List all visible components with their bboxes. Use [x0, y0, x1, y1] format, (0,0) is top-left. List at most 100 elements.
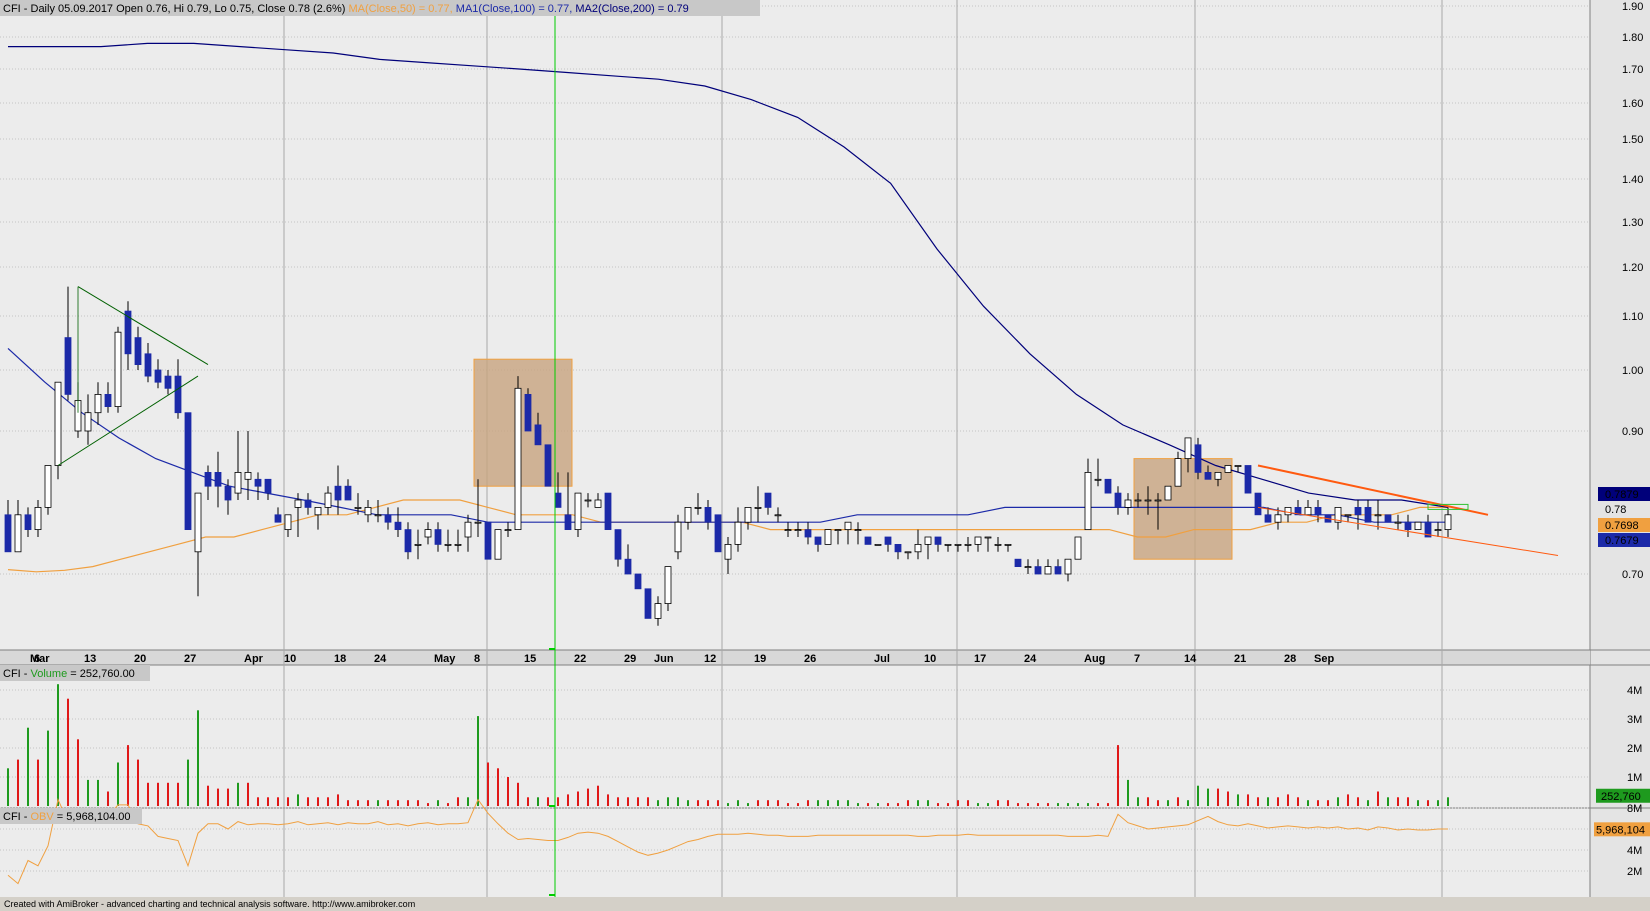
candle-body	[584, 499, 592, 502]
date-tick-label: 22	[574, 653, 586, 665]
candle-body	[414, 544, 422, 546]
candle-body	[1154, 499, 1162, 502]
candle-body	[944, 544, 952, 546]
price-tick-label: 1.80	[1622, 32, 1643, 44]
date-tick-label: 8	[474, 653, 480, 665]
candle-body	[1104, 478, 1112, 494]
candle-body	[184, 412, 192, 531]
volume-header-name: Volume	[31, 668, 68, 680]
date-tick-label: 7	[1134, 653, 1140, 665]
candle-body	[1304, 506, 1312, 516]
candle-body	[714, 514, 722, 553]
candle-body	[1234, 465, 1242, 467]
candle-body	[534, 424, 542, 446]
obv-tick-label: 2M	[1627, 866, 1642, 878]
ma2-header: MA2(Close,200) = 0.79	[575, 3, 688, 15]
date-tick-label: 14	[1184, 653, 1197, 665]
ma1-header: MA1(Close,100) = 0.77,	[456, 3, 572, 15]
candle-body	[274, 514, 282, 523]
candle-body	[1004, 544, 1012, 546]
candle-body	[1374, 514, 1382, 517]
candle-body	[314, 506, 322, 516]
obv-tick-label: 4M	[1627, 845, 1642, 857]
candle-body	[254, 478, 262, 487]
date-tick-label: Sep	[1314, 653, 1334, 665]
highlight-box	[473, 358, 573, 487]
obv-header: CFI - OBV = 5,968,104.00	[3, 811, 131, 823]
candle-body	[574, 492, 582, 531]
price-header: CFI - Daily 05.09.2017 Open 0.76, Hi 0.7…	[3, 3, 689, 15]
candle-body	[964, 544, 972, 546]
price-tick-label: 1.60	[1622, 98, 1643, 110]
candle-body	[854, 529, 862, 531]
candle-body	[334, 485, 342, 501]
candle-body	[874, 544, 882, 546]
candle-body	[494, 529, 502, 560]
obv-last-text: 5,968,104	[1596, 824, 1645, 836]
candle-body	[1414, 521, 1422, 531]
candle-body	[244, 471, 252, 480]
date-tick-label: 21	[1234, 653, 1246, 665]
candle-body	[44, 465, 52, 508]
candle-body	[914, 544, 922, 553]
candle-body	[744, 506, 752, 523]
candle-body	[924, 536, 932, 545]
volume-tick-label: 3M	[1627, 714, 1642, 726]
candle-body	[1134, 499, 1142, 502]
candle-body	[524, 393, 532, 432]
candle-body	[384, 514, 392, 523]
candle-body	[1024, 566, 1032, 568]
candle-body	[324, 492, 332, 508]
candle-body	[1384, 514, 1392, 523]
candle-body	[484, 521, 492, 560]
candle-body	[4, 514, 12, 553]
candle-body	[834, 529, 842, 531]
candle-body	[604, 492, 612, 531]
candle-body	[1264, 514, 1272, 523]
volume-last-text: 252,760	[1601, 791, 1641, 803]
date-tick-label: 15	[524, 653, 536, 665]
obv-tick-label: 8M	[1627, 803, 1642, 815]
candle-body	[224, 485, 232, 501]
price-tick-label: 1.90	[1622, 1, 1643, 13]
candle-body	[294, 499, 302, 508]
candle-body	[434, 529, 442, 545]
candle-body	[214, 471, 222, 487]
candle-body	[354, 506, 362, 509]
date-tick-label: 13	[84, 653, 96, 665]
candle-body	[1434, 529, 1442, 531]
candle-body	[644, 588, 652, 619]
candle-body	[504, 529, 512, 531]
candle-body	[64, 337, 72, 395]
candle-body	[1054, 566, 1062, 575]
candle-body	[444, 544, 452, 546]
candle-body	[454, 544, 462, 546]
date-axis-band	[0, 650, 1590, 665]
volume-header: CFI - Volume = 252,760.00	[3, 668, 135, 680]
candle-body	[164, 375, 172, 389]
candle-body	[24, 514, 32, 530]
candle-body	[1174, 458, 1182, 487]
candle-body	[1284, 506, 1292, 516]
candle-body	[344, 485, 352, 501]
date-tick-label: 12	[704, 653, 716, 665]
candle-body	[674, 521, 682, 553]
date-tick-label: 28	[1284, 653, 1296, 665]
candle-body	[1404, 521, 1412, 531]
candle-body	[374, 514, 382, 517]
candle-body	[514, 387, 522, 530]
candle-body	[754, 506, 762, 509]
date-tick-label: 10	[284, 653, 296, 665]
price-header-prefix: CFI - Daily 05.09.2017 Open 0.76, Hi 0.7…	[3, 3, 345, 15]
chart-canvas[interactable]: 0.70 0.90 1.00 1.10 1.20 1.30 1.40 1.50 1.60 1.70…	[0, 0, 1650, 897]
date-tick-label: Jul	[874, 653, 890, 665]
candle-body	[994, 544, 1002, 546]
candle-body	[1364, 506, 1372, 523]
candle-body	[704, 506, 712, 523]
price-tick-label: 1.00	[1622, 365, 1643, 377]
candle-body	[1094, 478, 1102, 481]
candle-body	[304, 499, 312, 508]
last-value-text: 0.78	[1605, 504, 1626, 516]
candle-body	[1144, 499, 1152, 502]
volume-header-prefix: CFI -	[3, 668, 31, 680]
